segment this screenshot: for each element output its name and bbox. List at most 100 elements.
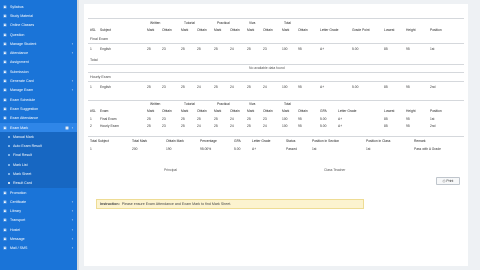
sidebar-item-attendance[interactable]: ▣ Attendance ‹ <box>0 48 77 57</box>
sidebar-item-exam-suggestion[interactable]: ▣ Exam Suggestion <box>0 104 77 113</box>
sidebar-item-label: Manage Student <box>10 41 37 46</box>
summary-header-9: Remark <box>414 139 426 143</box>
sidebar-item-manual-mark[interactable]: Manual Mark <box>0 132 77 142</box>
print-label: Print <box>446 179 454 183</box>
column-header-0: #SL <box>90 109 96 113</box>
sidebar-item-label: Auto Exam Result <box>13 144 42 149</box>
column-header-5: Obtain <box>197 28 207 32</box>
chevron-left-icon: ‹ <box>71 41 73 46</box>
exam-result-cell-16: 1st <box>430 117 435 121</box>
menu-icon: ▣ <box>3 97 7 102</box>
exam-result-cell-6: 25 <box>214 117 218 121</box>
sidebar-item-promotion[interactable]: ▣ Promotion <box>0 188 77 197</box>
sidebar-item-label: Mark Sheet <box>13 171 32 176</box>
final-exam-cell-9: 23 <box>263 47 267 51</box>
hourly-exam-cell-16: 2nd <box>430 85 436 89</box>
exam-result-cell-5: 24 <box>197 124 201 128</box>
column-header-13: Grade Point <box>352 28 370 32</box>
sidebar-item-online-classes[interactable]: ▣ Online Classes <box>0 21 77 30</box>
column-header-6: Mark <box>214 109 222 113</box>
sidebar-item-manage-student[interactable]: ▣ Manage Student ‹ <box>0 39 77 48</box>
sidebar-item-generate-card[interactable]: ▣ Generate Card ‹ <box>0 76 77 85</box>
sidebar-item-assignment[interactable]: ▣ Assignment <box>0 58 77 67</box>
column-header-9: Obtain <box>263 28 273 32</box>
group-header-0: Written <box>150 102 161 106</box>
column-header-8: Mark <box>247 28 255 32</box>
summary-header-0: Total Subject <box>90 139 109 143</box>
sidebar-scrollbar[interactable] <box>77 0 79 270</box>
printer-icon: ⎙ <box>442 179 446 183</box>
bullet-icon <box>8 182 10 185</box>
column-header-8: Mark <box>247 109 255 113</box>
sidebar-item-label: Result Card <box>13 181 32 186</box>
menu-icon: ▣ <box>3 190 7 195</box>
hourly-exam-cell-0: 1 <box>90 85 92 89</box>
menu-icon: ▣ <box>3 23 7 28</box>
group-header-3: Viva <box>249 21 256 25</box>
sidebar-item-result-card[interactable]: Result Card <box>0 178 77 188</box>
chevron-left-icon: ‹ <box>71 79 73 84</box>
column-header-10: Mark <box>282 109 290 113</box>
exam-result-cell-11: 95 <box>298 117 302 121</box>
sidebar-item-manage-exam[interactable]: ▣ Manage Exam ‹ <box>0 86 77 95</box>
sidebar-item-hostel[interactable]: ▣ Hostel ‹ <box>0 225 77 234</box>
sidebar-item-transport[interactable]: ▣ Transport ‹ <box>0 216 77 225</box>
chevron-left-icon: ‹ <box>71 237 73 242</box>
sidebar-item-mail-sms[interactable]: ▣ Mail / SMS ‹ <box>0 244 77 253</box>
sidebar-item-final-result[interactable]: Final Result <box>0 150 77 161</box>
summary-cell-2: 190 <box>166 147 172 151</box>
sidebar-item-exam-mark[interactable]: ▣ Exam Mark ‹ <box>0 122 77 133</box>
class-teacher-label: Class Teacher <box>324 168 346 172</box>
sidebar-item-exam-attendance[interactable]: ▣ Exam Attendance <box>0 114 77 123</box>
summary-cell-0: 1 <box>90 147 92 151</box>
sidebar-item-question[interactable]: ▣ Question <box>0 30 77 39</box>
sidebar-item-auto-exam-result[interactable]: Auto Exam Result <box>0 141 77 151</box>
exam-result-cell-6: 25 <box>214 124 218 128</box>
exam-result-cell-7: 24 <box>230 124 234 128</box>
sidebar-item-label: Exam Schedule <box>10 97 36 102</box>
final-exam-cell-4: 25 <box>181 47 185 51</box>
group-header-1: Tutorial <box>184 21 195 25</box>
summary-header-3: Percentage <box>200 139 217 143</box>
final-exam-cell-6: 25 <box>214 47 218 51</box>
summary-cell-4: 5.00 <box>234 147 241 151</box>
summary-header-5: Letter Grade <box>252 139 271 143</box>
column-header-11: Obtain <box>298 109 308 113</box>
instruction-title: Instruction: <box>100 202 120 206</box>
column-header-4: Mark <box>181 109 189 113</box>
exam-result-cell-4: 25 <box>181 124 185 128</box>
sidebar-item-submission[interactable]: ▣ Submission <box>0 67 77 76</box>
column-header-0: #SL <box>90 28 96 32</box>
menu-icon: ▣ <box>3 199 7 204</box>
column-header-3: Obtain <box>162 109 172 113</box>
exam-result-cell-9: 24 <box>263 124 267 128</box>
column-header-11: Obtain <box>298 28 308 32</box>
sidebar-item-message[interactable]: ▣ Message ‹ <box>0 234 77 243</box>
sidebar-item-syllabus[interactable]: ▣ Syllabus <box>0 2 77 11</box>
sidebar-item-label: Manual Mark <box>13 134 34 139</box>
column-header-14: Lowest <box>384 109 395 113</box>
sidebar-item-exam-schedule[interactable]: ▣ Exam Schedule <box>0 95 77 104</box>
menu-icon: ▣ <box>3 51 7 56</box>
sidebar-item-mark-sheet[interactable]: Mark Sheet <box>0 169 77 179</box>
sidebar-item-label: Message <box>10 237 25 242</box>
column-header-2: Mark <box>147 109 155 113</box>
print-button[interactable]: ⎙ Print <box>436 177 460 185</box>
summary-cell-5: A+ <box>252 147 257 151</box>
exam-result-cell-2: 25 <box>147 124 151 128</box>
instruction-alert: Instruction: Please ensure Exam Attendan… <box>96 199 364 209</box>
sidebar-item-label: Exam Mark <box>10 125 29 130</box>
group-header-1: Tutorial <box>184 102 195 106</box>
exam-result-cell-0: 1 <box>90 117 92 121</box>
sidebar-item-study-material[interactable]: ▣ Study Material <box>0 11 77 20</box>
hourly-exam-cell-15: 95 <box>406 85 410 89</box>
menu-icon: ▣ <box>3 209 7 214</box>
final-exam-cell-15: 95 <box>406 47 410 51</box>
menu-icon: ▣ <box>3 218 7 223</box>
sidebar-item-mark-list[interactable]: Mark List <box>0 160 77 170</box>
column-header-3: Obtain <box>162 28 172 32</box>
sidebar-item-library[interactable]: ▣ Library ‹ <box>0 207 77 216</box>
menu-icon: ▣ <box>3 125 7 130</box>
sidebar-item-certificate[interactable]: ▣ Certificate ‹ <box>0 197 77 206</box>
hourly-exam-cell-1: English <box>100 85 111 89</box>
